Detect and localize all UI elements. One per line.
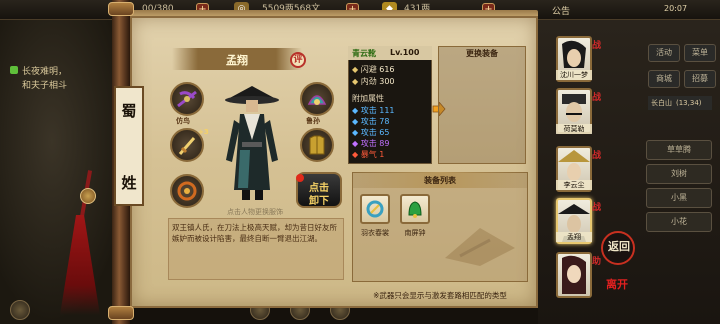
change-equipment-panel [438,46,526,164]
slot-helmet[interactable] [300,82,334,116]
activity-button[interactable]: 活动 [648,44,680,62]
stat-row: ◆ 攻击 65 [352,128,390,137]
leave-seal[interactable]: 离开 [606,276,636,306]
slot-tag-1: 仿鸟 [176,117,190,125]
robe-icon [366,200,384,218]
stat-row: ◆ 暴气 1 [352,150,385,159]
evaluate-badge[interactable]: 评 [290,52,306,68]
stat-row: ◆ 内劲 300 [352,77,395,86]
party-name: 孟翔 [556,232,592,242]
armor-icon [309,135,325,155]
item-name: 青云靴 [352,49,376,58]
hero-name: 孟翔 [226,54,248,67]
battle-mark: 战 [592,93,602,103]
slot-bracelet[interactable] [170,174,204,208]
bracelet-icon [177,181,197,201]
notification-dot [296,174,304,182]
stat-row: ◆ 攻击 89 [352,139,390,148]
slot-crossbow[interactable] [170,82,204,116]
battle-mark: 战 [592,203,602,213]
portrait-face [562,255,586,294]
party-name: 荷莫勒 [556,124,592,134]
weapon-filter-note: ※武器只会显示与激发套路相匹配的类型 [373,291,507,300]
faction-char-1: 蜀 [121,102,137,120]
party-name: 沈川一梦 [556,70,592,80]
stat-row: ◆ 攻击 111 [352,106,395,115]
party-portrait[interactable] [556,252,592,298]
extra-attributes-label: 附加属性 [352,94,384,103]
rod-cap-top [108,2,134,16]
equipment-item-label: 羽衣春裳 [361,229,389,237]
location-readout: 长白山 (13,34) [648,96,712,110]
item-level: Lv.100 [390,48,420,57]
rod-cap-bottom [108,306,134,320]
unequip-line-2: 卸下 [309,196,329,207]
sword-icon [178,137,196,155]
team-list-item[interactable]: 刘树 [646,164,712,184]
change-outfit-hint: 点击人物更换服饰 [227,208,283,216]
slot-tag-2: 鲁孙 [306,117,320,125]
equipment-list-title: 装备列表 [424,176,456,185]
return-label: 返回 [608,240,630,253]
menu-button[interactable]: 菜单 [684,44,716,62]
tassel-knot [80,188,96,204]
slot-armor[interactable] [300,128,334,162]
crossbow-icon [177,90,197,108]
quest-icon [10,66,18,74]
bell-icon [408,201,422,218]
hero-description: 双王镇人氏，在刀法上极高天赋，却为昔日好友所嫉妒而被设计陷害，最终自断一臂退出江… [172,223,337,243]
change-equipment-title: 更换装备 [466,49,498,58]
faction-char-2: 姓 [121,174,137,192]
quest-line-2[interactable]: 和夫子相斗 [22,78,67,91]
team-list-item[interactable]: 小黑 [646,188,712,208]
stat-row: ◆ 攻击 78 [352,117,390,126]
team-list-item[interactable]: 草草腾 [646,140,712,160]
notice-button[interactable]: 公告 [552,4,570,17]
battle-mark: 战 [592,41,602,51]
battle-mark: 战 [592,151,602,161]
equipment-item[interactable] [400,194,430,224]
helmet-icon [307,95,327,105]
equipment-item[interactable] [360,194,390,224]
team-list-item[interactable]: 小花 [646,212,712,232]
clock: 20:07 [664,4,688,13]
stat-row: ◆ 闪避 616 [352,65,395,74]
shop-button[interactable]: 商城 [648,70,680,88]
hero-character[interactable] [222,80,282,204]
empty-slot-decoration [445,228,515,266]
equipment-item-label: 南屏钟 [404,229,426,237]
menu-icon-1[interactable] [10,300,30,320]
party-name: 李云尘 [556,180,592,190]
recruit-button[interactable]: 招募 [684,70,716,88]
quest-line-1[interactable]: 长夜难明， [22,64,67,77]
faction-label: 蜀 姓 [114,86,144,206]
slot-enhance: +3 [198,128,209,136]
